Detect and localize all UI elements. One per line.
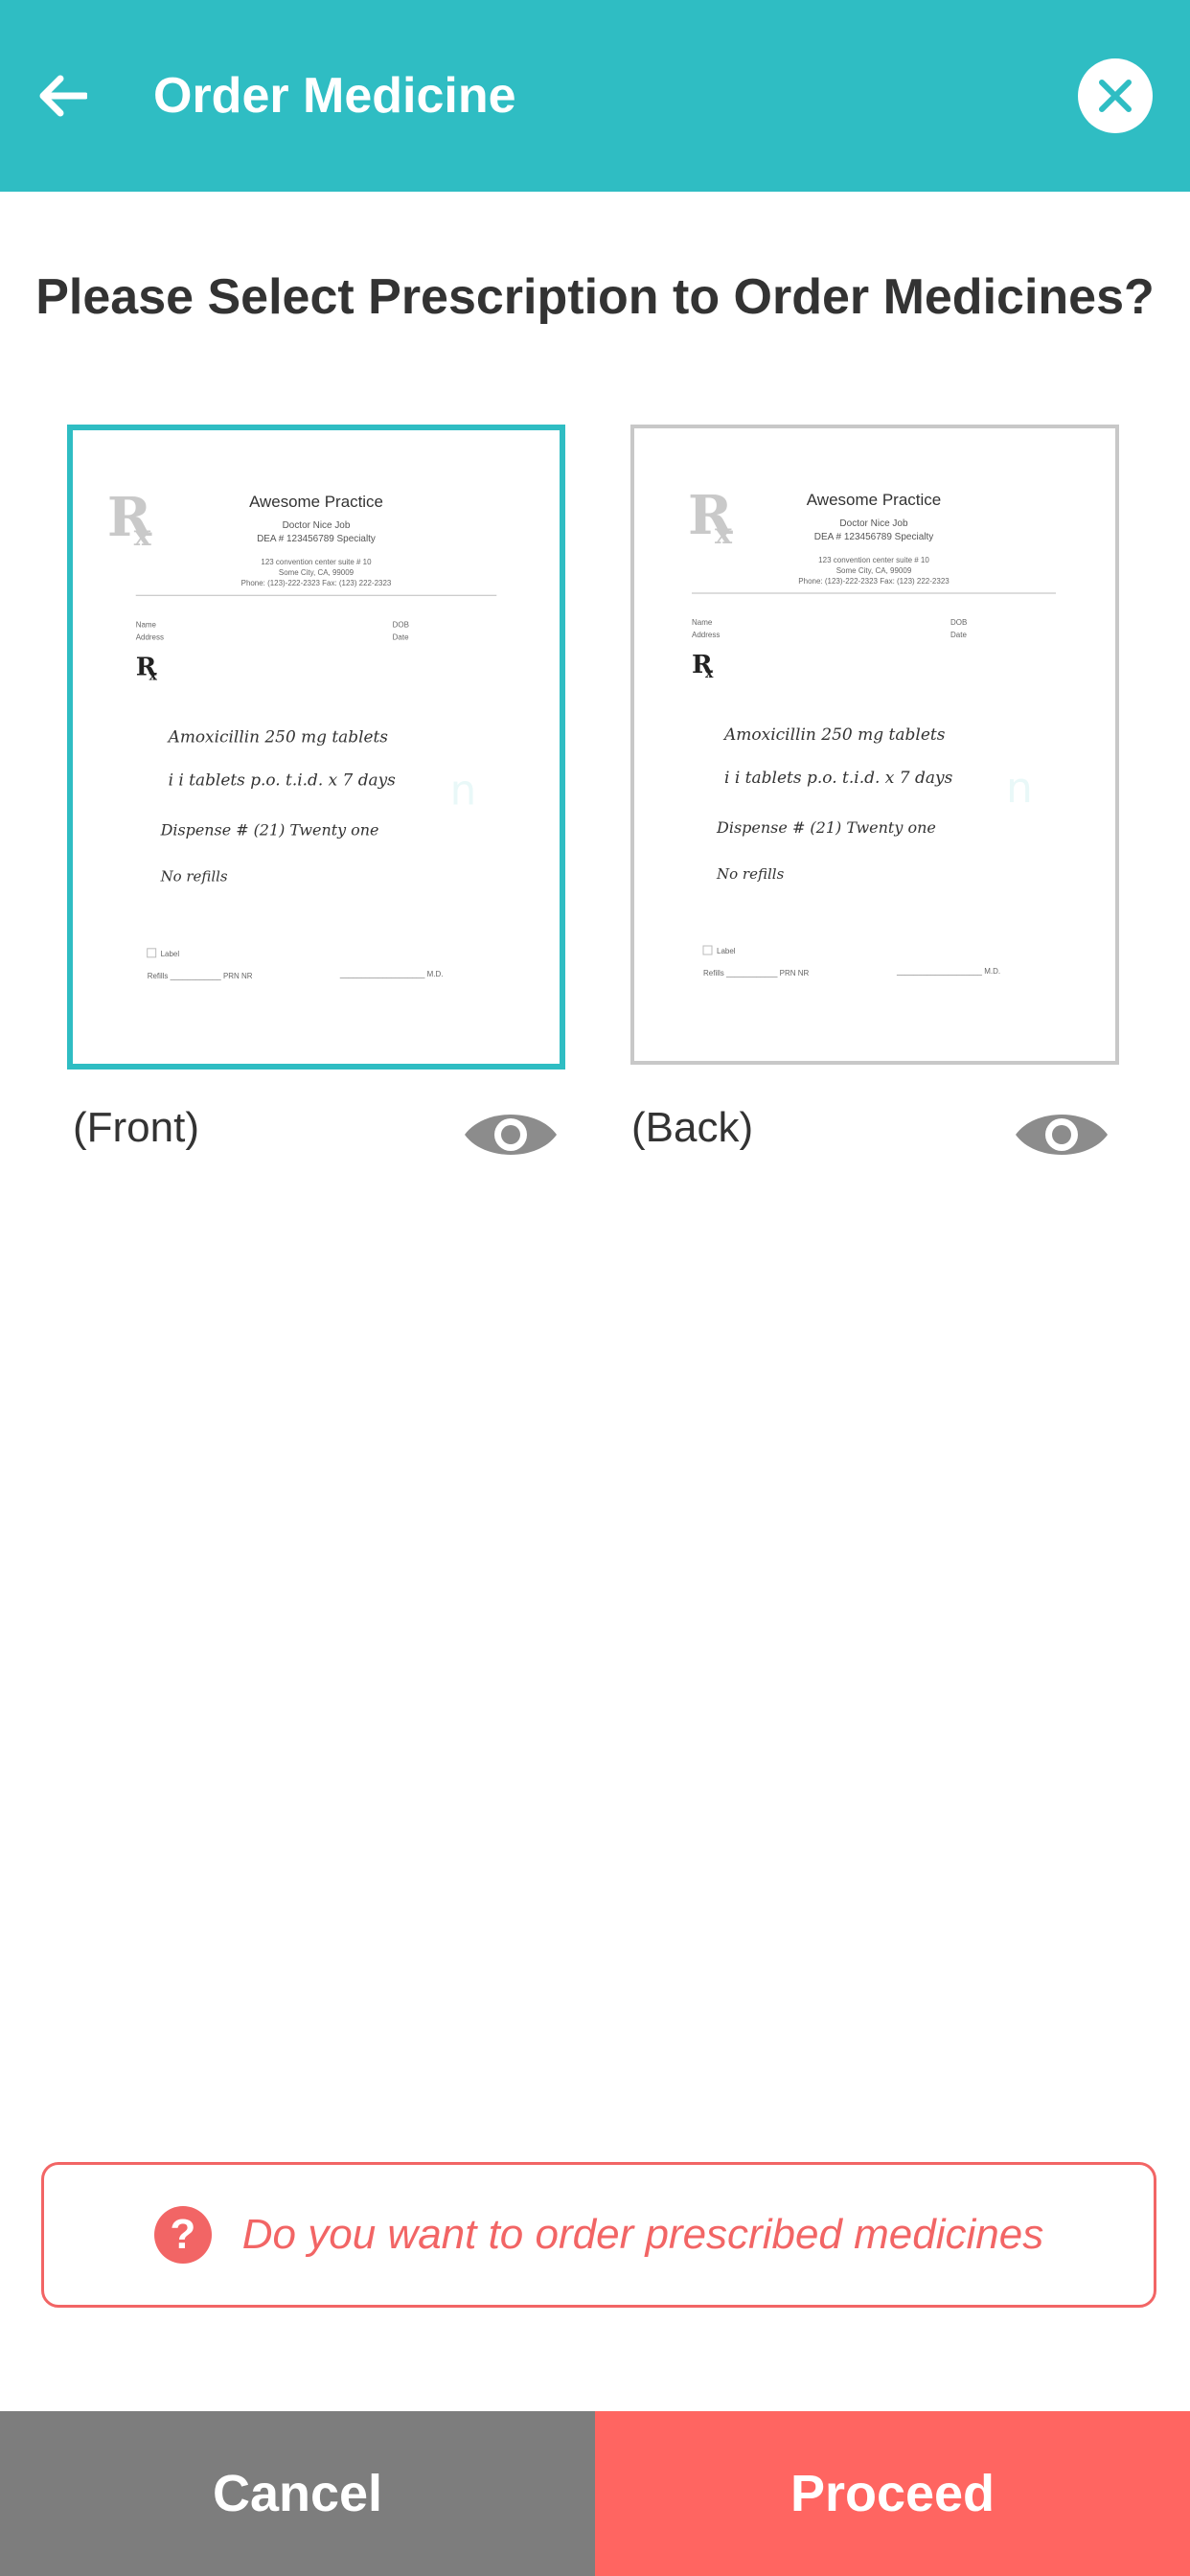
eye-icon-front[interactable] (463, 1104, 559, 1165)
order-prompt: ? Do you want to order prescribed medici… (41, 2162, 1156, 2308)
back-label: (Back) (631, 1104, 754, 1151)
svg-text:Amoxicillin 250 mg tablets: Amoxicillin 250 mg tablets (722, 725, 946, 745)
svg-text:x: x (715, 518, 733, 551)
svg-text:Some City, CA, 99009: Some City, CA, 99009 (836, 566, 912, 575)
svg-text:Awesome Practice: Awesome Practice (807, 491, 941, 509)
svg-text:123 convention center suite #: 123 convention center suite # 10 (261, 558, 372, 566)
svg-text:Amoxicillin 250 mg tablets: Amoxicillin 250 mg tablets (167, 727, 389, 747)
svg-text:DOB: DOB (393, 620, 409, 629)
svg-text:Label: Label (717, 947, 736, 955)
app-bar: Order Medicine (0, 0, 1190, 192)
svg-text:Dispense # (21) Twenty one: Dispense # (21) Twenty one (160, 821, 379, 840)
svg-text:i i tablets p.o. t.i.d. x: i i tablets p.o. t.i.d. x 7 days (169, 771, 397, 791)
prescription-card-front[interactable]: R x Awesome Practice Doctor Nice Job DEA… (67, 425, 565, 1070)
proceed-button[interactable]: Proceed (595, 2411, 1190, 2576)
page-title: Order Medicine (153, 68, 516, 124)
svg-text:Date: Date (393, 632, 409, 641)
svg-text:Label: Label (161, 950, 180, 958)
svg-text:123 convention center suite #: 123 convention center suite # 10 (818, 556, 929, 564)
svg-text:Some City, CA, 99009: Some City, CA, 99009 (279, 568, 355, 577)
practice-name: Awesome Practice (249, 493, 383, 511)
close-button[interactable] (1078, 58, 1153, 133)
svg-text:____________________ M.D.: ____________________ M.D. (339, 970, 444, 978)
svg-text:Dispense # (21) Twenty one: Dispense # (21) Twenty one (716, 818, 936, 837)
prescription-image: R x Awesome Practice Doctor Nice Job DEA… (688, 484, 1056, 978)
svg-text:Doctor Nice Job: Doctor Nice Job (283, 520, 351, 531)
order-prompt-text: Do you want to order prescribed medicine… (241, 2211, 1044, 2258)
eye-icon-back[interactable] (1014, 1104, 1110, 1165)
svg-text:Refills ____________ PRN NR: Refills ____________ PRN NR (703, 969, 810, 978)
cancel-button[interactable]: Cancel (0, 2411, 595, 2576)
svg-text:i i tablets p.o. t.i.d. x: i i tablets p.o. t.i.d. x 7 days (724, 769, 953, 788)
prescription-card-back[interactable]: R x Awesome Practice Doctor Nice Job DEA… (630, 425, 1119, 1065)
front-label: (Front) (73, 1104, 199, 1151)
svg-text:Name: Name (692, 618, 713, 627)
svg-text:Name: Name (136, 620, 157, 629)
svg-text:Refills ____________ PRN NR: Refills ____________ PRN NR (148, 972, 253, 980)
svg-text:DOB: DOB (950, 618, 967, 627)
question-icon: ? (153, 2206, 212, 2264)
action-bar: Cancel Proceed (0, 2411, 1190, 2576)
svg-text:n: n (1006, 764, 1033, 813)
svg-text:Date: Date (950, 631, 967, 639)
svg-text:Address: Address (692, 631, 720, 639)
svg-text:No refills: No refills (160, 868, 228, 886)
svg-text:Address: Address (136, 632, 164, 641)
svg-text:No refills: No refills (716, 865, 785, 883)
back-button[interactable] (29, 59, 96, 132)
svg-text:x: x (149, 668, 158, 683)
svg-text:x: x (705, 666, 714, 681)
svg-text:Phone: (123)-222-2323 Fax: (1: Phone: (123)-222-2323 Fax: (123) 222-232… (241, 579, 392, 587)
prescription-image: R x Awesome Practice Doctor Nice Job DEA… (107, 486, 497, 980)
arrow-left-icon (39, 75, 87, 117)
svg-text:Doctor Nice Job: Doctor Nice Job (839, 518, 908, 529)
svg-text:x: x (134, 519, 152, 553)
instruction-heading: Please Select Prescription to Order Medi… (35, 269, 1155, 325)
svg-text:DEA # 123456789 Specialty: DEA # 123456789 Specialty (814, 532, 934, 542)
svg-text:n: n (449, 766, 476, 815)
svg-text:DEA # 123456789 Specialty: DEA # 123456789 Specialty (257, 534, 376, 544)
svg-text:Phone: (123)-222-2323 Fax: (1: Phone: (123)-222-2323 Fax: (123) 222-232… (798, 577, 950, 586)
close-icon (1099, 80, 1132, 112)
svg-text:____________________ M.D.: ____________________ M.D. (896, 967, 1000, 976)
